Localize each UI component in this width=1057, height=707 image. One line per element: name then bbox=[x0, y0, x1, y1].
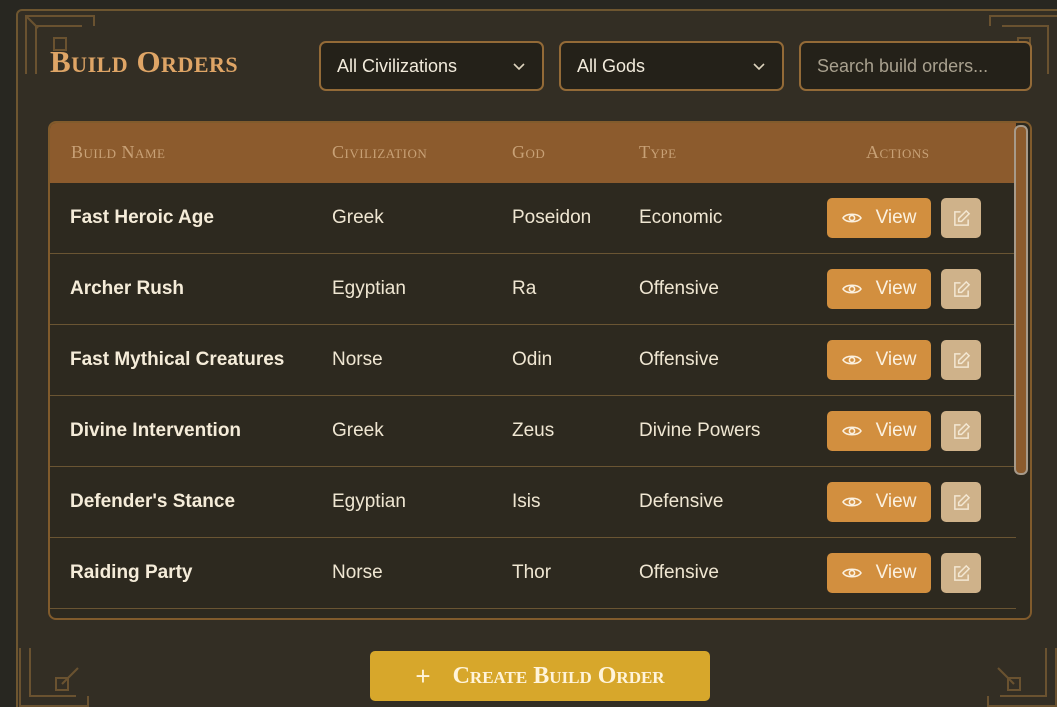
view-button[interactable]: View bbox=[827, 269, 931, 309]
corner-ornament-icon bbox=[978, 640, 1057, 707]
view-button-label: View bbox=[875, 420, 917, 441]
view-button[interactable]: View bbox=[827, 198, 931, 238]
type-cell: Offensive bbox=[639, 349, 719, 370]
god-cell: Isis bbox=[512, 491, 541, 512]
edit-button[interactable] bbox=[941, 482, 981, 522]
table-row[interactable]: Raiding Party Norse Thor Offensive View bbox=[50, 538, 1016, 609]
view-button-label: View bbox=[875, 278, 917, 299]
god-cell: Ra bbox=[512, 278, 537, 299]
plus-icon: + bbox=[415, 660, 431, 691]
build-name-cell: Fast Mythical Creatures bbox=[70, 349, 285, 370]
god-cell: Odin bbox=[512, 349, 553, 370]
edit-button[interactable] bbox=[941, 411, 981, 451]
search-input[interactable] bbox=[799, 41, 1032, 91]
civilization-select[interactable]: All Civilizations bbox=[319, 41, 544, 91]
table-row[interactable]: Fast Heroic Age Greek Poseidon Economic … bbox=[50, 183, 1016, 254]
scrollbar-thumb[interactable] bbox=[1014, 125, 1028, 475]
create-build-order-label: Create Build Order bbox=[452, 662, 665, 689]
column-header-civilization[interactable]: Civilization bbox=[332, 142, 427, 163]
column-header-god[interactable]: God bbox=[512, 142, 545, 163]
chevron-down-icon bbox=[752, 59, 766, 73]
type-cell: Offensive bbox=[639, 278, 719, 299]
eye-icon bbox=[841, 426, 862, 436]
type-cell: Divine Powers bbox=[639, 420, 761, 441]
type-cell: Offensive bbox=[639, 562, 719, 583]
view-button[interactable]: View bbox=[827, 411, 931, 451]
view-button-label: View bbox=[875, 562, 917, 583]
table-row[interactable]: Divine Intervention Greek Zeus Divine Po… bbox=[50, 396, 1016, 467]
chevron-down-icon bbox=[512, 59, 526, 73]
civilization-cell: Egyptian bbox=[332, 278, 406, 299]
build-name-cell: Fast Heroic Age bbox=[70, 207, 214, 228]
god-select[interactable]: All Gods bbox=[559, 41, 784, 91]
edit-icon bbox=[953, 351, 970, 368]
edit-icon bbox=[953, 564, 970, 581]
table-row[interactable]: Defender's Stance Egyptian Isis Defensiv… bbox=[50, 467, 1016, 538]
eye-icon bbox=[841, 284, 862, 294]
edit-icon bbox=[953, 280, 970, 297]
eye-icon bbox=[841, 355, 862, 365]
view-button[interactable]: View bbox=[827, 553, 931, 593]
edit-button[interactable] bbox=[941, 198, 981, 238]
table-header: Build Name Civilization God Type Actions bbox=[50, 123, 1016, 183]
civilization-cell: Norse bbox=[332, 349, 383, 370]
column-header-type[interactable]: Type bbox=[639, 142, 677, 163]
build-name-cell: Divine Intervention bbox=[70, 420, 242, 441]
edit-icon bbox=[953, 493, 970, 510]
civilization-cell: Egyptian bbox=[332, 491, 406, 512]
type-cell: Defensive bbox=[639, 491, 724, 512]
edit-button[interactable] bbox=[941, 269, 981, 309]
build-name-cell: Defender's Stance bbox=[70, 491, 236, 512]
corner-ornament-icon bbox=[18, 640, 98, 707]
view-button-label: View bbox=[875, 491, 917, 512]
build-name-cell: Archer Rush bbox=[70, 278, 185, 299]
edit-button[interactable] bbox=[941, 340, 981, 380]
build-orders-table: Build Name Civilization God Type Actions… bbox=[48, 121, 1032, 620]
table-scrollbar[interactable] bbox=[1014, 125, 1028, 475]
eye-icon bbox=[841, 568, 862, 578]
view-button-label: View bbox=[875, 207, 917, 228]
civilization-cell: Greek bbox=[332, 420, 384, 441]
view-button[interactable]: View bbox=[827, 482, 931, 522]
eye-icon bbox=[841, 497, 862, 507]
column-header-actions: Actions bbox=[866, 142, 930, 162]
god-cell: Poseidon bbox=[512, 207, 592, 228]
civilization-cell: Norse bbox=[332, 562, 383, 583]
view-button[interactable]: View bbox=[827, 340, 931, 380]
table-row[interactable]: Archer Rush Egyptian Ra Offensive View bbox=[50, 254, 1016, 325]
god-cell: Zeus bbox=[512, 420, 555, 441]
god-select-value: All Gods bbox=[577, 55, 646, 76]
eye-icon bbox=[841, 213, 862, 223]
create-build-order-button[interactable]: + Create Build Order bbox=[370, 651, 710, 701]
edit-icon bbox=[953, 422, 970, 439]
civilization-select-value: All Civilizations bbox=[337, 55, 458, 76]
type-cell: Economic bbox=[639, 207, 723, 228]
build-name-cell: Raiding Party bbox=[70, 562, 193, 583]
page-title: Build Orders bbox=[50, 44, 239, 79]
view-button-label: View bbox=[875, 349, 917, 370]
column-header-build-name[interactable]: Build Name bbox=[71, 142, 165, 163]
table-row[interactable]: Fast Mythical Creatures Norse Odin Offen… bbox=[50, 325, 1016, 396]
edit-icon bbox=[953, 209, 970, 226]
edit-button[interactable] bbox=[941, 553, 981, 593]
civilization-cell: Greek bbox=[332, 207, 384, 228]
god-cell: Thor bbox=[512, 562, 552, 583]
